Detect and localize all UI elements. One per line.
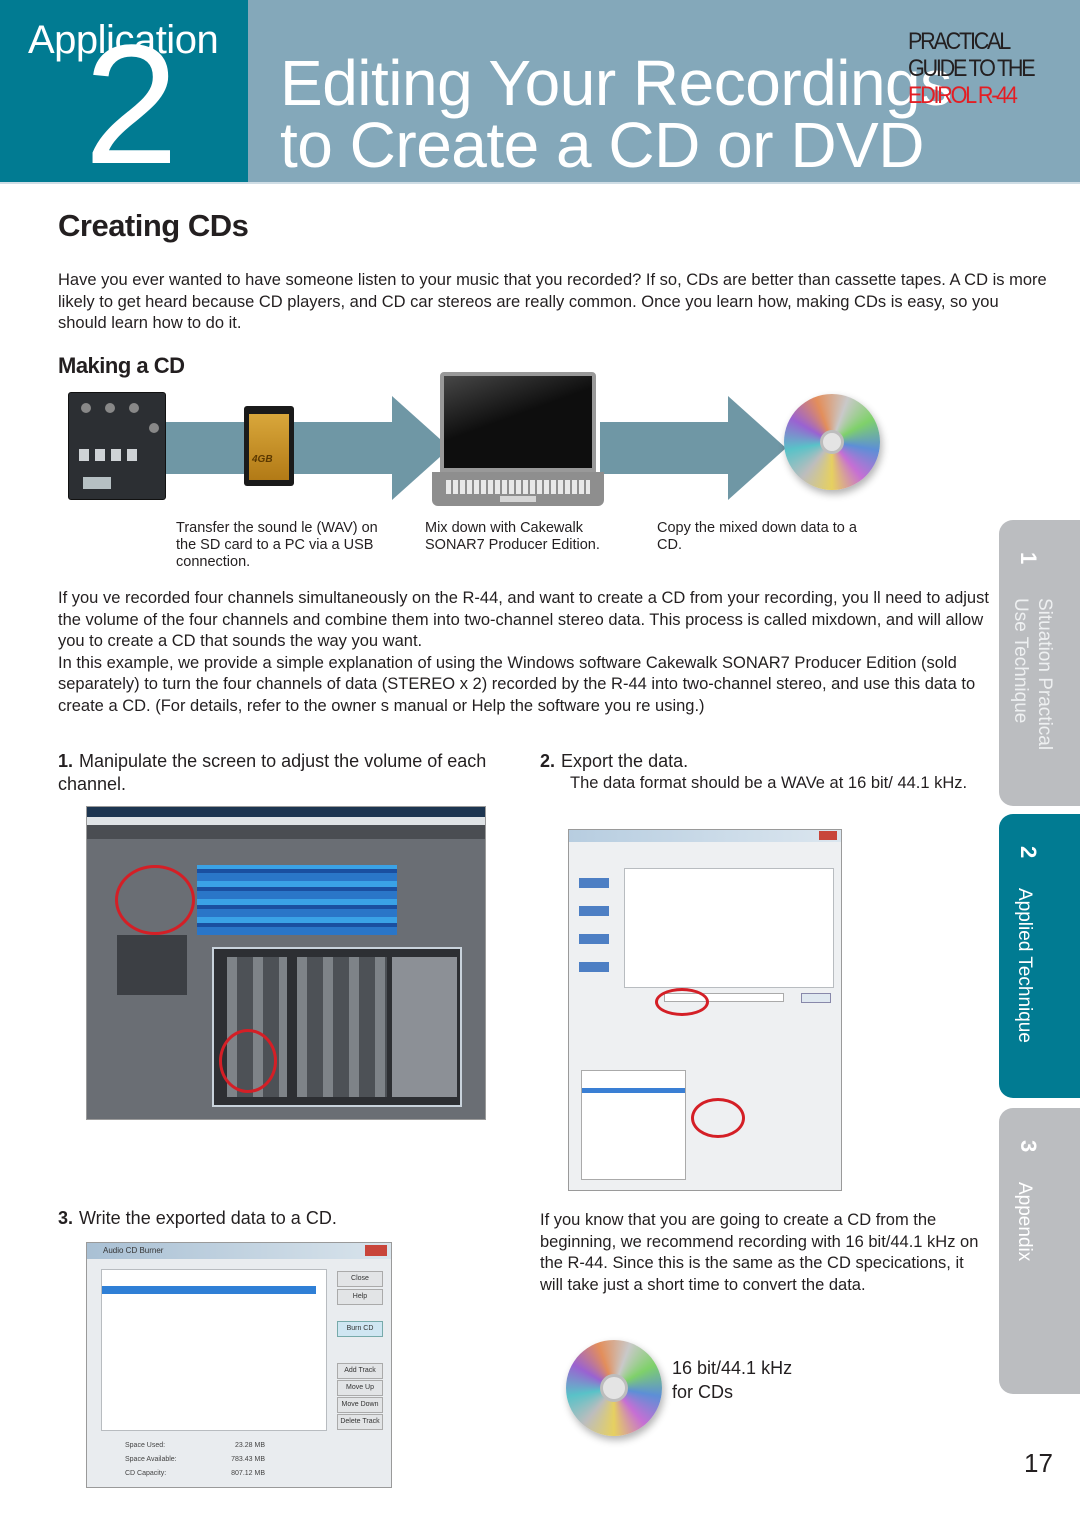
stat-value: 783.43 MB	[231, 1456, 265, 1463]
tab-1-label-2: Use Technique	[1010, 598, 1031, 724]
filename-highlight-ring	[655, 988, 709, 1016]
burner-stats: Space Used: 23.28 MB Space Available: 783.…	[125, 1439, 265, 1481]
page-title-line2: to Create a CD or DVD	[280, 109, 924, 181]
tab-1-label: Situation Practical	[1034, 598, 1055, 751]
header-divider	[0, 182, 1080, 184]
step-1: 1. Manipulate the screen to adjust the vo…	[58, 750, 498, 796]
page-number: 17	[1024, 1448, 1053, 1478]
guide-logo: PRACTICAL GUIDE TO THE EDIROL R-44	[908, 28, 1036, 109]
stat-value: 807.12 MB	[231, 1470, 265, 1477]
cd-spec-note: 16 bit/44.1 kHz for CDs	[672, 1356, 792, 1404]
cd-spec-line2: for CDs	[672, 1382, 734, 1402]
burner-delete-track-button: Delete Track	[337, 1414, 383, 1430]
tab-situation-practical[interactable]: 1 Situation Practical Use Technique	[999, 520, 1080, 806]
mixdown-paragraph: If you ve recorded four channels simulta…	[58, 588, 1003, 717]
laptop-image	[440, 372, 596, 472]
laptop-keyboard	[446, 480, 590, 494]
step-2-number: 2.	[540, 751, 556, 771]
cd-disc-icon	[784, 394, 880, 490]
burner-title: Audio CD Burner	[103, 1246, 164, 1255]
burner-move-up-button: Move Up	[337, 1380, 383, 1396]
sample-rate-highlight-ring	[691, 1098, 745, 1138]
burner-close-button: Close	[337, 1271, 383, 1287]
section-badge: Application 2	[0, 0, 248, 190]
burner-help-button: Help	[337, 1289, 383, 1305]
cd-disc-icon	[566, 1340, 662, 1436]
tab-1-number: 1	[1016, 552, 1041, 565]
tab-3-label: Appendix	[1014, 1182, 1035, 1262]
sd-card-capacity: 4GB	[252, 454, 273, 465]
step-2: 2. Export the data.	[540, 750, 980, 773]
flow-caption-copy: Copy the mixed down data to a CD.	[657, 520, 857, 553]
step-1-text: Manipulate the screen to adjust the volu…	[58, 751, 487, 794]
flow-arrow-head	[728, 396, 786, 500]
step-2-detail: The data format should be a WAVe at 16 b…	[570, 774, 968, 792]
tab-2-number: 2	[1016, 846, 1041, 859]
step-1-number: 1.	[58, 751, 74, 771]
tip-paragraph: If you know that you are going to create…	[540, 1211, 979, 1294]
section-number: 2	[84, 10, 179, 200]
step-2-text: Export the data.	[561, 751, 689, 771]
guide-line2: GUIDE TO THE	[908, 55, 1036, 82]
stat-label: CD Capacity:	[125, 1470, 167, 1477]
tab-appendix[interactable]: 3 Appendix	[999, 1108, 1080, 1394]
guide-line3: EDIROL R-44	[908, 82, 1018, 109]
step-3: 3. Write the exported data to a CD.	[58, 1207, 498, 1230]
burner-add-track-button: Add Track	[337, 1363, 383, 1379]
burner-move-down-button: Move Down	[337, 1397, 383, 1413]
flow-caption-mixdown: Mix down with Cakewalk SONAR7 Producer E…	[425, 520, 600, 553]
intro-paragraph: Have you ever wanted to have someone lis…	[58, 271, 1047, 332]
stat-value: 23.28 MB	[235, 1442, 265, 1449]
export-dialog-screenshot	[568, 829, 842, 1191]
laptop-touchpad	[500, 496, 536, 502]
sonar-screenshot	[86, 806, 486, 1120]
cd-burner-screenshot: Audio CD Burner Close Help Burn CD Add T…	[86, 1242, 392, 1488]
mixdown-text-1: If you ve recorded four channels simulta…	[58, 589, 989, 650]
flow-caption-transfer: Transfer the sound le (WAV) on the SD ca…	[176, 520, 378, 570]
stat-label: Space Available:	[125, 1456, 177, 1463]
burner-burn-button: Burn CD	[337, 1321, 383, 1337]
step-3-text: Write the exported data to a CD.	[79, 1208, 337, 1228]
subsection-heading: Making a CD	[58, 353, 185, 378]
burner-buttons: Close Help Burn CD Add Track Move Up Mov…	[337, 1271, 383, 1431]
mixdown-text-2: In this example, we provide a simple exp…	[58, 653, 976, 715]
stat-label: Space Used:	[125, 1442, 166, 1449]
tab-applied-technique[interactable]: 2 Applied Technique	[999, 814, 1080, 1098]
flow-diagram: 4GB	[60, 372, 920, 520]
step-3-number: 3.	[58, 1208, 74, 1228]
tab-3-number: 3	[1016, 1140, 1041, 1153]
guide-line1: PRACTICAL	[908, 28, 1011, 55]
volume-highlight-ring	[115, 865, 195, 935]
tab-2-label: Applied Technique	[1014, 888, 1035, 1043]
sd-card-image: 4GB	[244, 406, 294, 486]
fader-highlight-ring	[219, 1029, 277, 1093]
flow-arrow-band	[600, 422, 730, 474]
recorder-image	[68, 392, 166, 500]
cd-spec-line1: 16 bit/44.1 kHz	[672, 1358, 793, 1378]
section-heading: Creating CDs	[58, 208, 249, 243]
